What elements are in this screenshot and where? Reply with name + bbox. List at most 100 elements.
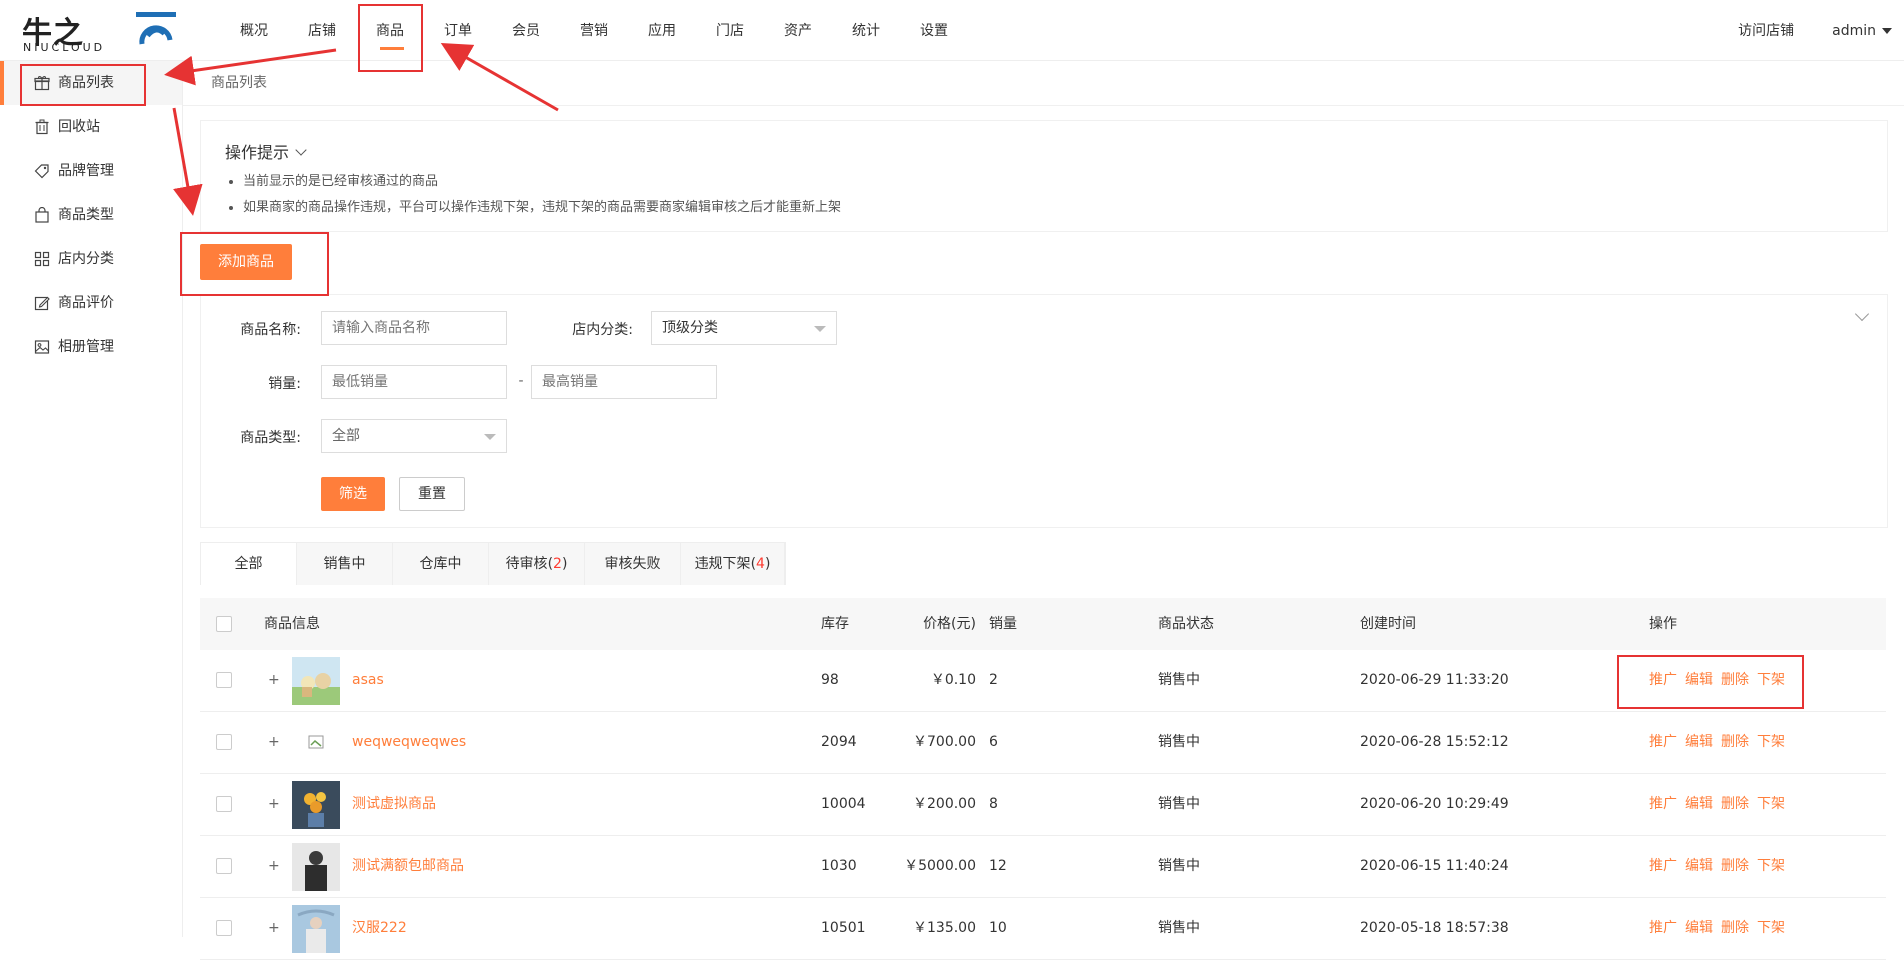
nav-shops[interactable]: 门店: [696, 0, 764, 60]
edit-action[interactable]: 编辑: [1685, 796, 1713, 812]
expand-toggle[interactable]: +: [268, 712, 280, 773]
unlist-action[interactable]: 下架: [1757, 796, 1785, 812]
goods-type-label: 商品类型:: [240, 430, 301, 446]
tab-review-failed[interactable]: 审核失败: [585, 543, 681, 585]
edit-action[interactable]: 编辑: [1685, 858, 1713, 874]
tab-label: 销售中: [323, 556, 366, 572]
nav-overview[interactable]: 概况: [220, 0, 288, 60]
promote-action[interactable]: 推广: [1649, 734, 1677, 750]
goods-stock: 1030: [821, 858, 857, 874]
nav-assets[interactable]: 资产: [764, 0, 832, 60]
goods-status: 销售中: [1158, 858, 1200, 874]
goods-table: 商品信息 价格(元) 库存 销量 商品状态 创建时间 操作 + asas ￥0.…: [200, 598, 1886, 960]
header-right: 访问店铺 admin: [1738, 0, 1892, 62]
expand-toggle[interactable]: +: [268, 836, 280, 897]
sidebar-item-recycle-bin[interactable]: 回收站: [0, 105, 182, 149]
sidebar-item-goods-types[interactable]: 商品类型: [0, 193, 182, 237]
row-checkbox[interactable]: [216, 672, 232, 688]
tab-pending-review[interactable]: 待审核(2): [489, 543, 585, 585]
tab-all[interactable]: 全部: [201, 543, 297, 585]
table-header: 商品信息 价格(元) 库存 销量 商品状态 创建时间 操作: [200, 598, 1886, 650]
delete-action[interactable]: 删除: [1721, 734, 1749, 750]
tab-label: 违规下架: [694, 556, 751, 572]
tab-on-sale[interactable]: 销售中: [297, 543, 393, 585]
annotation-box-goods-list: [20, 64, 146, 106]
row-checkbox[interactable]: [216, 920, 232, 936]
sidebar-item-reviews[interactable]: 商品评价: [0, 281, 182, 325]
row-checkbox[interactable]: [216, 796, 232, 812]
nav-apps[interactable]: 应用: [628, 0, 696, 60]
edit-action[interactable]: 编辑: [1685, 920, 1713, 936]
col-created: 创建时间: [1360, 616, 1416, 632]
col-goods-info: 商品信息: [264, 616, 320, 632]
goods-name-link[interactable]: asas: [352, 650, 384, 711]
tab-label: 待审核: [505, 556, 548, 572]
goods-name-link[interactable]: 测试满额包邮商品: [352, 836, 464, 897]
goods-stock: 98: [821, 672, 839, 688]
goods-name-link[interactable]: weqweqweqwes: [352, 712, 466, 773]
unlist-action[interactable]: 下架: [1757, 920, 1785, 936]
sidebar-item-label: 店内分类: [58, 251, 114, 267]
goods-type-select[interactable]: 全部: [321, 419, 507, 453]
goods-thumbnail: [292, 657, 340, 705]
tab-label: 全部: [234, 556, 263, 572]
filter-submit-button[interactable]: 筛选: [321, 477, 385, 511]
niucloud-logo[interactable]: 牛之 NIUCLOUD: [22, 8, 176, 54]
annotation-box-add-goods: [180, 232, 329, 296]
grid-icon: [34, 251, 50, 267]
sales-range-separator: -: [518, 373, 524, 389]
filter-reset-button[interactable]: 重置: [399, 477, 465, 511]
sales-max-input[interactable]: [531, 365, 717, 399]
user-menu[interactable]: admin: [1832, 0, 1892, 62]
collapse-chevron-icon[interactable]: [1854, 306, 1870, 322]
sales-min-input[interactable]: [321, 365, 507, 399]
bag-icon: [35, 207, 49, 223]
unlist-action[interactable]: 下架: [1757, 734, 1785, 750]
goods-name-link[interactable]: 测试虚拟商品: [352, 774, 436, 835]
goods-stock: 10004: [821, 796, 866, 812]
edit-action[interactable]: 编辑: [1685, 734, 1713, 750]
promote-action[interactable]: 推广: [1649, 858, 1677, 874]
delete-action[interactable]: 删除: [1721, 796, 1749, 812]
promote-action[interactable]: 推广: [1649, 796, 1677, 812]
delete-action[interactable]: 删除: [1721, 858, 1749, 874]
select-all-checkbox[interactable]: [216, 616, 232, 632]
nav-store[interactable]: 店铺: [288, 0, 356, 60]
unlist-action[interactable]: 下架: [1757, 858, 1785, 874]
goods-name-link[interactable]: 汉服222: [352, 898, 407, 959]
annotation-box-goods-nav: [358, 4, 423, 72]
promote-action[interactable]: 推广: [1649, 920, 1677, 936]
sidebar-item-store-categories[interactable]: 店内分类: [0, 237, 182, 281]
sidebar-item-album[interactable]: 相册管理: [0, 325, 182, 369]
nav-settings[interactable]: 设置: [900, 0, 968, 60]
nav-stats[interactable]: 统计: [832, 0, 900, 60]
expand-toggle[interactable]: +: [268, 650, 280, 711]
col-stock: 库存: [821, 616, 849, 632]
goods-thumbnail: [292, 905, 340, 953]
sales-label: 销量:: [268, 376, 301, 392]
expand-toggle[interactable]: +: [268, 774, 280, 835]
tab-count: 4: [756, 556, 765, 572]
visit-store-link[interactable]: 访问店铺: [1738, 0, 1794, 62]
goods-stock: 2094: [821, 734, 857, 750]
expand-toggle[interactable]: +: [268, 898, 280, 959]
delete-action[interactable]: 删除: [1721, 920, 1749, 936]
nav-members[interactable]: 会员: [492, 0, 560, 60]
filter-panel: 商品名称: 店内分类: 顶级分类 销量: - 商品类型: 全部 筛选 重置: [200, 294, 1888, 528]
sidebar-item-brands[interactable]: 品牌管理: [0, 149, 182, 193]
nav-orders[interactable]: 订单: [424, 0, 492, 60]
tab-in-warehouse[interactable]: 仓库中: [393, 543, 489, 585]
tips-toggle[interactable]: 操作提示: [225, 139, 307, 163]
tab-violation-removed[interactable]: 违规下架(4): [681, 543, 785, 585]
annotation-box-row-actions: [1617, 655, 1804, 709]
dropdown-arrow-icon: [484, 434, 496, 440]
nav-marketing[interactable]: 营销: [560, 0, 628, 60]
sidebar-item-label: 相册管理: [58, 339, 114, 355]
store-category-select[interactable]: 顶级分类: [651, 311, 837, 345]
user-name: admin: [1832, 23, 1876, 39]
goods-sales: 8: [989, 796, 998, 812]
row-checkbox[interactable]: [216, 858, 232, 874]
goods-name-input[interactable]: [321, 311, 507, 345]
status-tabs: 全部 销售中 仓库中 待审核(2) 审核失败 违规下架(4): [200, 542, 786, 585]
row-checkbox[interactable]: [216, 734, 232, 750]
